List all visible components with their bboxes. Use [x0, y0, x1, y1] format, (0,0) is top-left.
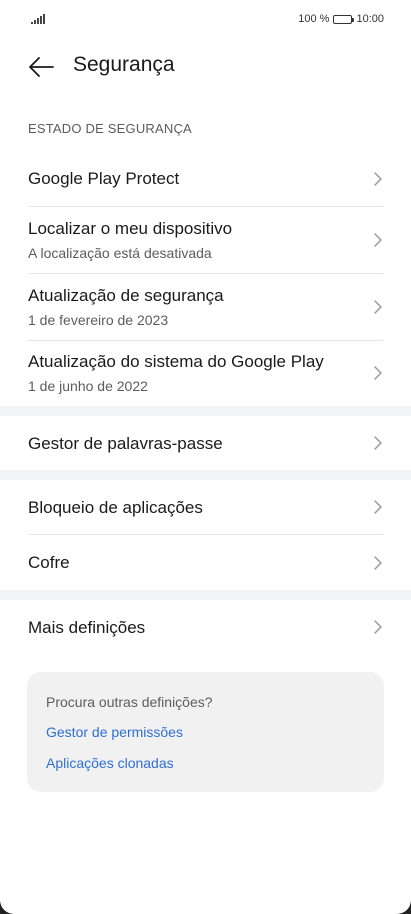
chevron-right-icon — [374, 172, 382, 186]
item-title: Atualização do sistema do Google Play — [28, 352, 324, 371]
section-separator — [0, 406, 411, 416]
chevron-right-icon — [374, 366, 382, 380]
battery-icon — [333, 14, 355, 24]
suggestions-question: Procura outras definições? — [46, 694, 213, 710]
list-item-find-my-device[interactable]: Localizar o meu dispositivo A localizaçã… — [0, 207, 411, 273]
status-bar: 100 % 10:00 — [0, 0, 411, 40]
list-item-google-play-system-update[interactable]: Atualização do sistema do Google Play 1 … — [0, 341, 411, 406]
list-item-more-settings[interactable]: Mais definições — [0, 600, 411, 656]
page-title: Segurança — [73, 53, 175, 76]
back-button[interactable] — [24, 50, 58, 84]
item-title: Localizar o meu dispositivo — [28, 219, 233, 238]
chevron-right-icon — [374, 300, 382, 314]
list-item-google-play-protect[interactable]: Google Play Protect — [0, 152, 411, 206]
list-item-security-update[interactable]: Atualização de segurança 1 de fevereiro … — [0, 274, 411, 340]
screen-corner-left — [0, 900, 14, 914]
list-item-safe[interactable]: Cofre — [0, 535, 411, 590]
link-permission-manager[interactable]: Gestor de permissões — [46, 724, 183, 740]
chevron-right-icon — [374, 500, 382, 514]
item-subtitle: 1 de fevereiro de 2023 — [28, 312, 169, 328]
signal-strength-icon — [31, 14, 45, 24]
item-title: Atualização de segurança — [28, 286, 224, 305]
section-separator — [0, 590, 411, 600]
clock: 10:00 — [356, 13, 384, 25]
item-title: Google Play Protect — [28, 169, 180, 188]
suggestions-card: Procura outras definições? Gestor de per… — [27, 672, 384, 792]
screen-corner-right — [397, 900, 411, 914]
item-title: Mais definições — [28, 618, 146, 637]
chevron-right-icon — [374, 620, 382, 634]
list-item-password-manager[interactable]: Gestor de palavras-passe — [0, 416, 411, 470]
battery-percentage: 100 % — [298, 13, 330, 25]
section-separator — [0, 470, 411, 480]
chevron-right-icon — [374, 436, 382, 450]
item-subtitle: 1 de junho de 2022 — [28, 378, 148, 394]
chevron-right-icon — [374, 233, 382, 247]
chevron-right-icon — [374, 556, 382, 570]
app-bar: Segurança — [0, 40, 411, 96]
item-subtitle: A localização está desativada — [28, 245, 212, 261]
item-title: Bloqueio de aplicações — [28, 498, 203, 517]
item-title: Cofre — [28, 553, 70, 572]
item-title: Gestor de palavras-passe — [28, 434, 223, 453]
link-cloned-apps[interactable]: Aplicações clonadas — [46, 755, 174, 771]
arrow-left-icon — [29, 57, 54, 77]
section-header-security-state: ESTADO DE SEGURANÇA — [28, 121, 192, 136]
list-item-app-lock[interactable]: Bloqueio de aplicações — [0, 480, 411, 534]
